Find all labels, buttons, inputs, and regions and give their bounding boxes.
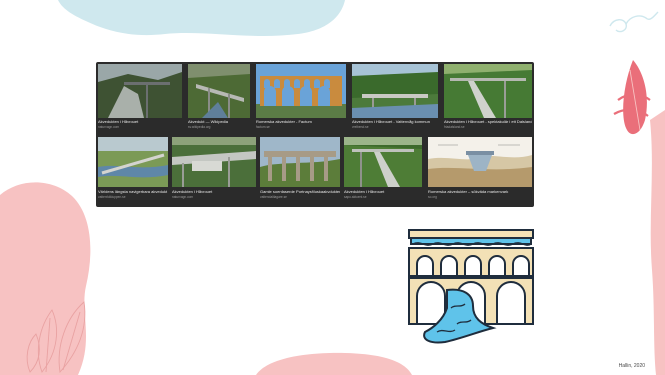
image-result-2[interactable]: Akvedukt — Wikipedia sv.wikipedia.org xyxy=(188,64,250,132)
result-source: so.org xyxy=(428,195,437,199)
image-search-results: Akvedukten i Håvrouet naturvagn.com Akve… xyxy=(96,62,534,207)
image-result-3[interactable]: Romerska akvedukter - Factum factum.se xyxy=(256,64,346,132)
image-result-1[interactable]: Akvedukten i Håvrouet naturvagn.com xyxy=(98,64,182,132)
result-caption: Akvedukten i Håvrouet xyxy=(98,119,139,124)
slide-credit: Hallin, 2020 xyxy=(618,363,645,369)
result-thumbnail xyxy=(260,137,340,187)
result-thumbnail xyxy=(344,137,422,187)
aqueduct-icon xyxy=(408,229,534,344)
result-caption: Romerska akvedukter - Factum xyxy=(256,119,312,124)
image-result-5[interactable]: Akvedukten i Håvrouet - spektakulär i et… xyxy=(444,64,532,132)
right-pink-strip xyxy=(650,110,665,375)
result-source: sapo.aktuent.se xyxy=(344,195,367,199)
result-thumbnail xyxy=(98,137,168,187)
result-caption: Akvedukt — Wikipedia xyxy=(188,119,229,124)
image-result-7[interactable]: Akvedukten i Håvrouet naturvagn.com xyxy=(172,137,256,205)
bottom-center-pink-blob xyxy=(256,352,412,375)
result-caption: Akvedukten i Håvrouet - Vattenvåg kommun xyxy=(352,119,430,124)
image-result-6[interactable]: Världens längsta navigerbara akvedukt va… xyxy=(98,137,168,205)
result-thumbnail xyxy=(256,64,346,118)
image-result-9[interactable]: Akvedukten i Håvrouet sapo.aktuent.se xyxy=(344,137,422,205)
result-thumbnail xyxy=(352,64,438,118)
result-caption: Akvedukten i Håvrouet - spektakulär i et… xyxy=(444,119,532,124)
result-thumbnail xyxy=(188,64,250,118)
result-thumbnail xyxy=(98,64,182,118)
image-result-10[interactable]: Romerska akvedukter – sökväda markenvark… xyxy=(428,137,532,205)
result-source: naturvagn.com xyxy=(98,125,120,129)
result-caption: Akvedukten i Håvrouet xyxy=(172,189,213,194)
result-caption: Romerska akvedukter – sökväda markenvark xyxy=(428,189,509,194)
result-thumbnail xyxy=(172,137,256,187)
result-caption: Världens längsta navigerbara akvedukt xyxy=(98,189,168,194)
presentation-slide: Akvedukten i Håvrouet naturvagn.com Akve… xyxy=(0,0,665,375)
result-caption: Akvedukten i Håvrouet xyxy=(344,189,385,194)
result-source: friadalsland.se xyxy=(444,125,465,129)
result-caption: Gamle soenfaserde Portnaysfiluskaakvdukt… xyxy=(260,189,340,194)
result-source: vattenfolkluppen.se xyxy=(98,195,126,199)
image-result-4[interactable]: Akvedukten i Håvrouet - Vattenvåg kommun… xyxy=(352,64,438,132)
result-thumbnail xyxy=(428,137,532,187)
result-source: sv.wikipedia.org xyxy=(188,125,211,129)
swirl-decoration-icon xyxy=(609,11,659,33)
image-result-8[interactable]: Gamle soenfaserde Portnaysfiluskaakvdukt… xyxy=(260,137,340,205)
result-source: factum.se xyxy=(256,125,270,129)
leaf-decoration-icon xyxy=(613,60,651,135)
result-source: vrelbend.se xyxy=(352,125,369,129)
result-source: naturvagn.com xyxy=(172,195,194,199)
bottom-left-pink-blob xyxy=(0,182,91,375)
top-blue-blob xyxy=(58,0,345,36)
result-source: vattendaltlagare.se xyxy=(260,195,287,199)
result-thumbnail xyxy=(444,64,532,118)
